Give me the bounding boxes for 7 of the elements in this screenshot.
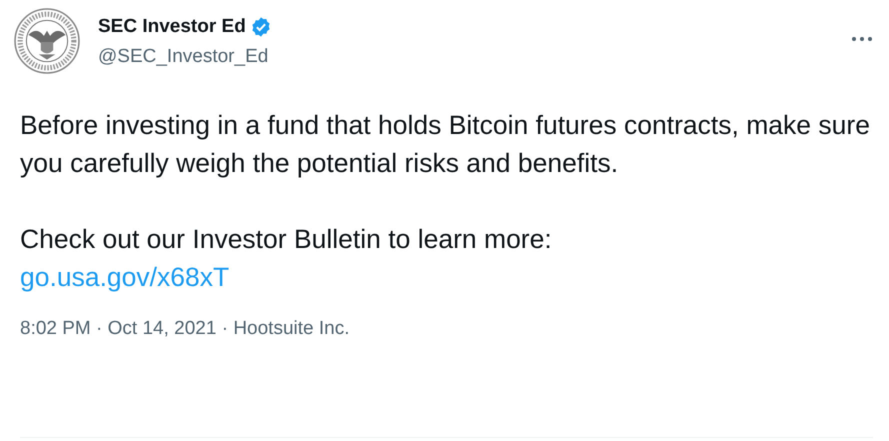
- tweet-timestamp: 8:02 PM · Oct 14, 2021 · Hootsuite Inc.: [20, 318, 350, 340]
- author-handle[interactable]: @SEC_Investor_Ed: [98, 46, 272, 68]
- tweet-text: Check out our Investor Bulletin to learn more:: [20, 223, 553, 256]
- avatar-seal-icon[interactable]: [14, 8, 80, 74]
- more-options-icon[interactable]: [851, 36, 873, 42]
- tweet-text: Before investing in a fund that holds Bitcoin futures contracts, make sure you carefully weigh the potential risks and benefits.: [20, 109, 870, 180]
- author-name[interactable]: SEC Investor Ed: [98, 16, 246, 38]
